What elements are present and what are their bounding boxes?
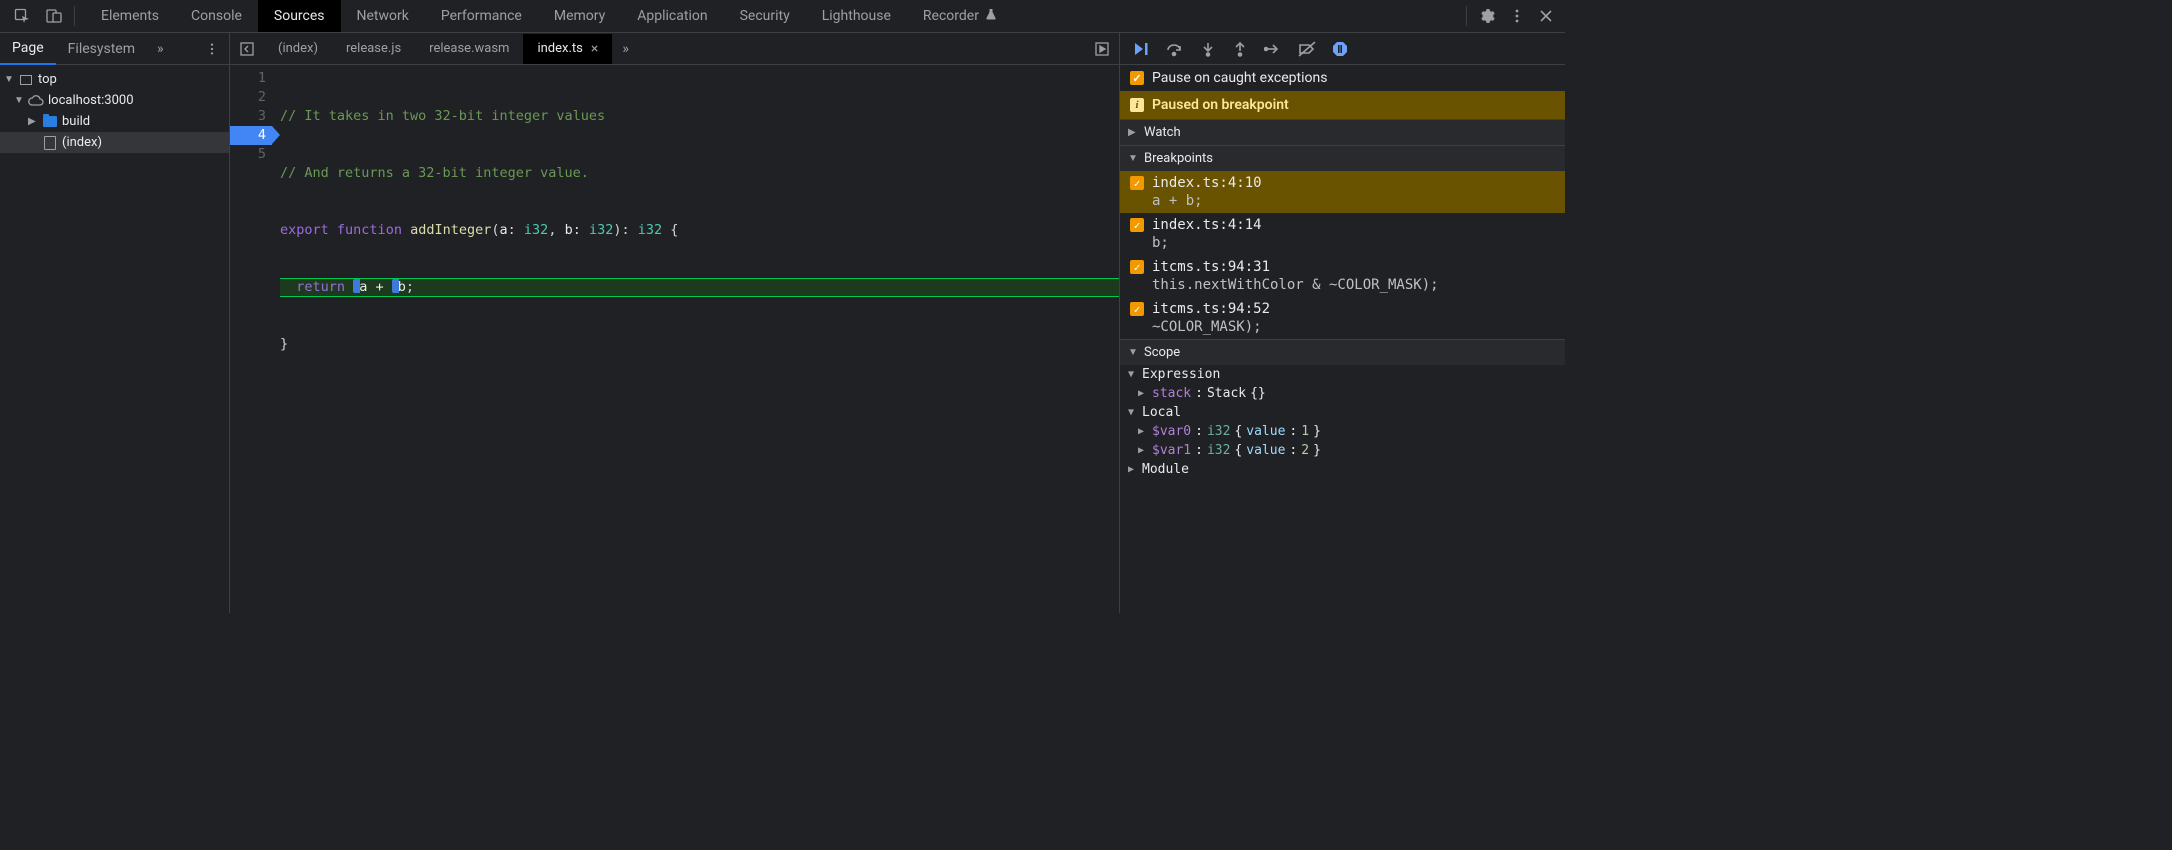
tab-recorder[interactable]: Recorder [907,0,1013,32]
tab-sources[interactable]: Sources [258,0,341,32]
tree-top[interactable]: ▼ top [0,69,229,90]
scope-expression[interactable]: ▼Expression [1120,365,1565,384]
main-tabs: Elements Console Sources Network Perform… [85,0,1456,32]
scope-stack[interactable]: ▶stack: Stack {} [1120,384,1565,403]
breakpoint-item[interactable]: ✓itcms.ts:94:52 ~COLOR_MASK); [1120,297,1565,339]
nav-menu-icon[interactable] [195,38,229,60]
tab-security[interactable]: Security [724,0,806,32]
file-tree: ▼ top ▼ localhost:3000 ▶ build (index) [0,65,229,157]
inspect-element-icon[interactable] [6,2,38,30]
tree-origin[interactable]: ▼ localhost:3000 [0,90,229,111]
paused-status-bar: i Paused on breakpoint [1120,91,1565,119]
nav-tab-filesystem[interactable]: Filesystem [56,34,147,64]
tab-application[interactable]: Application [621,0,723,32]
tree-file-index[interactable]: (index) [0,132,229,153]
editor-panel: (index) release.js release.wasm index.ts… [230,33,1120,613]
deactivate-breakpoints-icon[interactable] [1292,35,1322,63]
scope-var1[interactable]: ▶$var1: i32 {value: 2} [1120,441,1565,460]
editor-tab-release-js[interactable]: release.js [332,34,415,63]
breakpoint-item[interactable]: ✓index.ts:4:14 b; [1120,213,1565,255]
checkbox-checked-icon[interactable]: ✓ [1130,176,1144,190]
cloud-icon [28,95,44,107]
resume-icon[interactable] [1126,35,1156,63]
tab-performance[interactable]: Performance [425,0,538,32]
code-editor[interactable]: 1 2 3 4 5 // It takes in two 32-bit inte… [230,65,1119,613]
step-over-icon[interactable] [1160,35,1190,63]
folder-icon [42,116,58,127]
editor-tabs-more-icon[interactable]: » [612,35,639,63]
file-icon [42,136,58,150]
breakpoint-item[interactable]: ✓index.ts:4:10 a + b; [1120,171,1565,213]
close-icon[interactable] [1533,3,1559,29]
devtools-topbar: Elements Console Sources Network Perform… [0,0,1565,33]
nav-tab-page[interactable]: Page [0,33,56,65]
pause-on-caught-row[interactable]: ✓ Pause on caught exceptions [1120,65,1565,91]
tab-memory[interactable]: Memory [538,0,621,32]
tab-network[interactable]: Network [341,0,425,32]
scope-var0[interactable]: ▶$var0: i32 {value: 1} [1120,422,1565,441]
run-snippet-icon[interactable] [1085,36,1119,62]
frame-icon [18,75,34,85]
editor-tab-index-ts[interactable]: index.ts × [523,34,612,64]
breakpoints-section[interactable]: ▼Breakpoints [1120,145,1565,171]
step-out-icon[interactable] [1226,35,1254,63]
flask-icon [985,8,997,24]
checkbox-checked-icon[interactable]: ✓ [1130,218,1144,232]
tree-folder-build[interactable]: ▶ build [0,111,229,132]
checkbox-checked-icon[interactable]: ✓ [1130,302,1144,316]
checkbox-checked-icon[interactable]: ✓ [1130,71,1144,85]
nav-history-icon[interactable] [230,36,264,62]
editor-tab-release-wasm[interactable]: release.wasm [415,34,523,63]
watch-section[interactable]: ▶Watch [1120,119,1565,145]
navigator-panel: Page Filesystem » ▼ top ▼ localhost:3000… [0,33,230,613]
close-tab-icon[interactable]: × [591,41,598,57]
tab-elements[interactable]: Elements [85,0,175,32]
gutter[interactable]: 1 2 3 4 5 [230,65,272,613]
scope-local[interactable]: ▼Local [1120,403,1565,422]
tab-console[interactable]: Console [175,0,258,32]
info-icon: i [1130,98,1144,112]
device-toolbar-icon[interactable] [38,2,70,30]
nav-tabs-more-icon[interactable]: » [151,35,170,63]
editor-tab-index[interactable]: (index) [264,34,332,63]
scope-section[interactable]: ▼Scope [1120,339,1565,365]
debugger-panel: ✓ Pause on caught exceptions i Paused on… [1120,33,1565,613]
kebab-menu-icon[interactable] [1503,2,1531,30]
pause-exceptions-icon[interactable] [1326,35,1354,63]
breakpoint-item[interactable]: ✓itcms.ts:94:31 this.nextWithColor & ~CO… [1120,255,1565,297]
step-icon[interactable] [1258,35,1288,63]
scope-module[interactable]: ▶Module [1120,460,1565,479]
tab-lighthouse[interactable]: Lighthouse [806,0,907,32]
checkbox-checked-icon[interactable]: ✓ [1130,260,1144,274]
step-into-icon[interactable] [1194,35,1222,63]
settings-icon[interactable] [1473,2,1501,30]
